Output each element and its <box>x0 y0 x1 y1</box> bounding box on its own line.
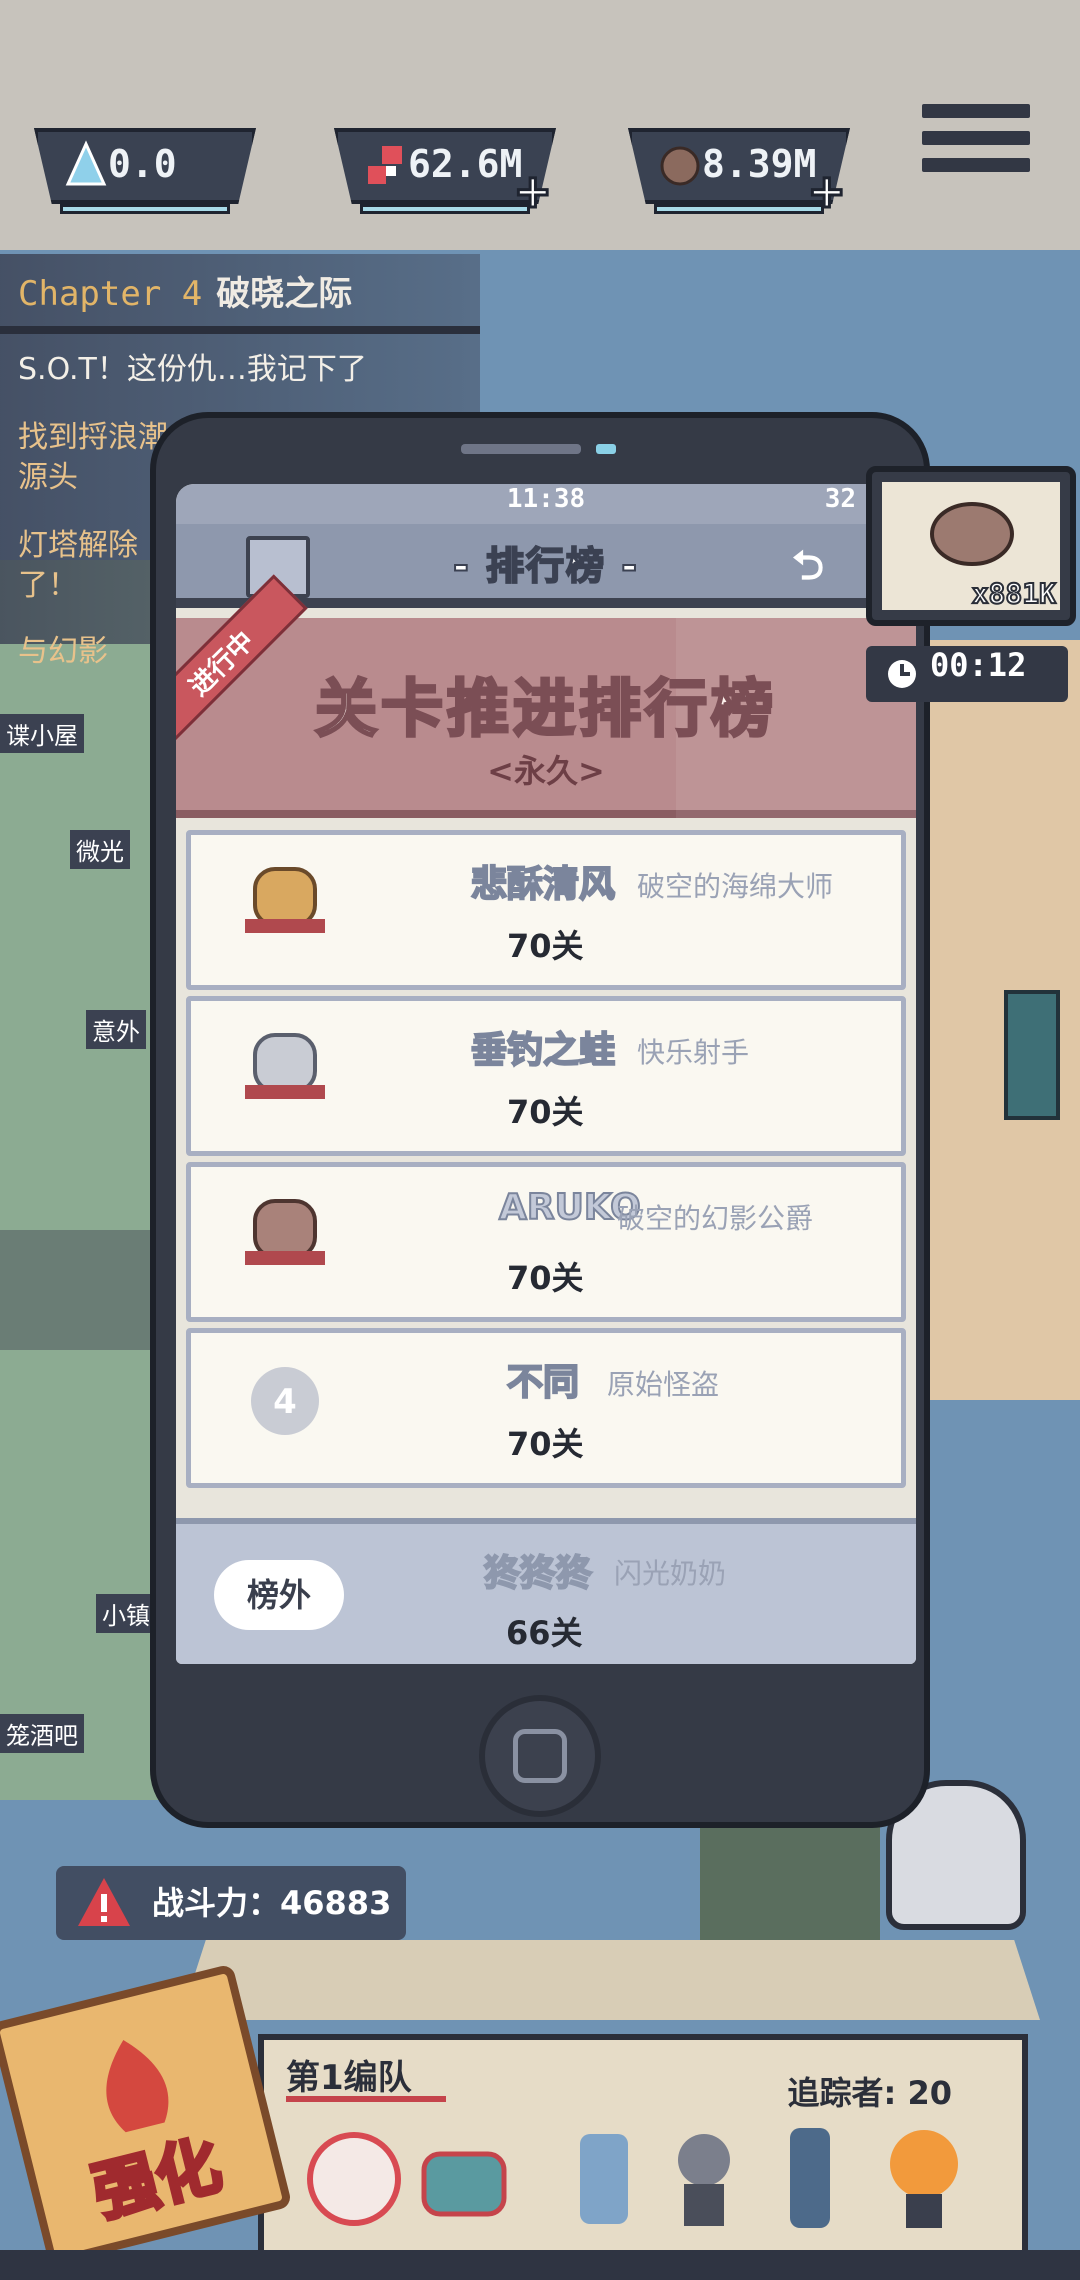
player-name: 悲酥清风 <box>470 863 616 906</box>
resource-bar <box>654 204 824 214</box>
my-player-score: 66关 <box>506 1614 583 1652</box>
status-bar: 11:38 32 <box>176 484 916 524</box>
player-title: 原始怪盗 <box>607 1368 720 1401</box>
resource-meat[interactable]: 62.6M + <box>320 120 570 220</box>
phone-home-button[interactable] <box>479 1695 601 1817</box>
squad-name: 第1编队 <box>286 2058 412 2098</box>
ranking-row[interactable]: 垂钓之蛙 快乐射手 70关 <box>186 996 906 1156</box>
map-label-4: 小镇 <box>96 1594 156 1633</box>
status-battery: 32 <box>824 484 856 514</box>
my-rank-badge: 榜外 <box>214 1560 344 1630</box>
quest-line: 找到捋浪潮 <box>18 420 168 455</box>
svg-text:4: 4 <box>273 1382 297 1422</box>
player-score: 70关 <box>507 1093 584 1131</box>
tracker-count: 追踪者: 20 <box>787 2074 952 2112</box>
rank-4-badge-icon: 4 <box>251 1367 319 1435</box>
ranking-row[interactable]: ARUKO 破空的幻影公爵 70关 <box>186 1162 906 1322</box>
hero-portrait-icon <box>307 2132 401 2226</box>
resource-bar <box>360 204 530 214</box>
resource-bar <box>60 204 230 214</box>
hero-portrait-icon <box>421 2151 507 2217</box>
resource-value: 0.0 <box>108 142 177 186</box>
hero-portrait-icon <box>580 2134 628 2224</box>
banner-title: 关卡推进排行榜 <box>313 671 777 747</box>
map-label-3: 意外 <box>86 1010 146 1049</box>
rank-3-badge-icon <box>245 1199 325 1265</box>
hero-slot[interactable] <box>304 2124 404 2234</box>
map-label-2: 微光 <box>70 830 130 869</box>
my-player-name: 㹣㹣㹣 <box>483 1552 593 1595</box>
resource-ore[interactable]: 8.39M + <box>614 120 864 220</box>
resource-crystal[interactable]: 0.0 <box>20 120 270 220</box>
combat-power-label: 战斗力：46883 <box>152 1884 392 1922</box>
my-ranking-row[interactable]: 榜外 㹣㹣㹣 闪光奶奶 66关 <box>176 1518 916 1664</box>
phone-screen: 11:38 32 - 排行榜 - ⮌ 进行中 关卡推进排行榜 <永久> 悲酥清风… <box>176 484 916 1664</box>
loot-count: x881K <box>971 576 1057 611</box>
map-label-5: 笼酒吧 <box>0 1714 84 1753</box>
quest-title: Chapter 4 破晓之际 <box>18 264 352 324</box>
quest-line: 与幻影 <box>18 634 108 669</box>
hero-portrait-icon <box>790 2128 830 2228</box>
phone-camera <box>596 444 616 454</box>
player-name: 不同 <box>506 1361 580 1404</box>
player-score: 70关 <box>507 1425 584 1463</box>
quest-line: 灯塔解除 <box>18 528 138 563</box>
timer-text: 00:12 <box>930 646 1027 684</box>
meat-icon <box>368 146 402 184</box>
statue-icon[interactable] <box>1004 990 1060 1120</box>
leaderboard-phone: 11:38 32 - 排行榜 - ⮌ 进行中 关卡推进排行榜 <永久> 悲酥清风… <box>150 412 930 1828</box>
clock-icon <box>888 660 916 688</box>
player-name: 垂钓之蛙 <box>470 1029 616 1072</box>
phone-speaker <box>461 444 581 454</box>
quest-line: S.O.T！这份仇…我记下了 <box>18 352 367 387</box>
hero-slot[interactable] <box>874 2124 974 2234</box>
leaderboard-banner: 进行中 关卡推进排行榜 <永久> <box>176 574 916 818</box>
player-title: 快乐射手 <box>637 1036 750 1069</box>
hero-slot[interactable] <box>654 2124 754 2234</box>
back-icon[interactable]: ⮌ <box>792 546 872 586</box>
combat-power: 战斗力：46883 <box>56 1866 406 1940</box>
chapter-number: Chapter 4 <box>18 274 203 314</box>
map-pier <box>180 1940 1040 2020</box>
player-score: 70关 <box>507 927 584 965</box>
menu-button[interactable] <box>922 104 1030 194</box>
chapter-name: 破晓之际 <box>216 274 353 314</box>
banner-subtitle: <永久> <box>487 752 605 790</box>
warning-icon <box>78 1878 130 1926</box>
ranking-row[interactable]: 悲酥清风 破空的海绵大师 70关 <box>186 830 906 990</box>
map-land-left-road <box>0 1230 150 1350</box>
loot-timer: 00:12 <box>866 646 1068 702</box>
player-title: 破空的幻影公爵 <box>617 1202 814 1235</box>
divider <box>0 326 480 334</box>
add-ore-button[interactable]: + <box>806 163 848 220</box>
my-player-title: 闪光奶奶 <box>614 1557 727 1590</box>
player-score: 70关 <box>507 1259 584 1297</box>
hero-slot[interactable] <box>760 2124 860 2234</box>
quest-line: 了！ <box>18 568 78 603</box>
status-time: 11:38 <box>506 484 586 514</box>
system-nav-bar <box>0 2250 1080 2280</box>
ranking-row[interactable]: 4 不同 原始怪盗 70关 <box>186 1328 906 1488</box>
loot-box[interactable]: x881K <box>866 466 1076 626</box>
meat-icon <box>930 502 1014 566</box>
quest-line: 源头 <box>18 460 78 495</box>
rank-1-badge-icon <box>245 867 325 933</box>
hero-slot[interactable] <box>554 2124 654 2234</box>
map-label-1: 谍小屋 <box>0 714 84 753</box>
add-meat-button[interactable]: + <box>512 163 554 220</box>
squad-name-underline <box>286 2096 446 2102</box>
hero-portrait-icon <box>890 2130 958 2228</box>
ore-icon <box>660 146 700 186</box>
hero-slot[interactable] <box>414 2124 514 2234</box>
player-title: 破空的海绵大师 <box>637 870 834 903</box>
rank-2-badge-icon <box>245 1033 325 1099</box>
crystal-icon <box>65 140 107 186</box>
squad-panel[interactable]: 第1编队 追踪者: 20 <box>258 2034 1028 2280</box>
hero-portrait-icon <box>678 2134 730 2226</box>
